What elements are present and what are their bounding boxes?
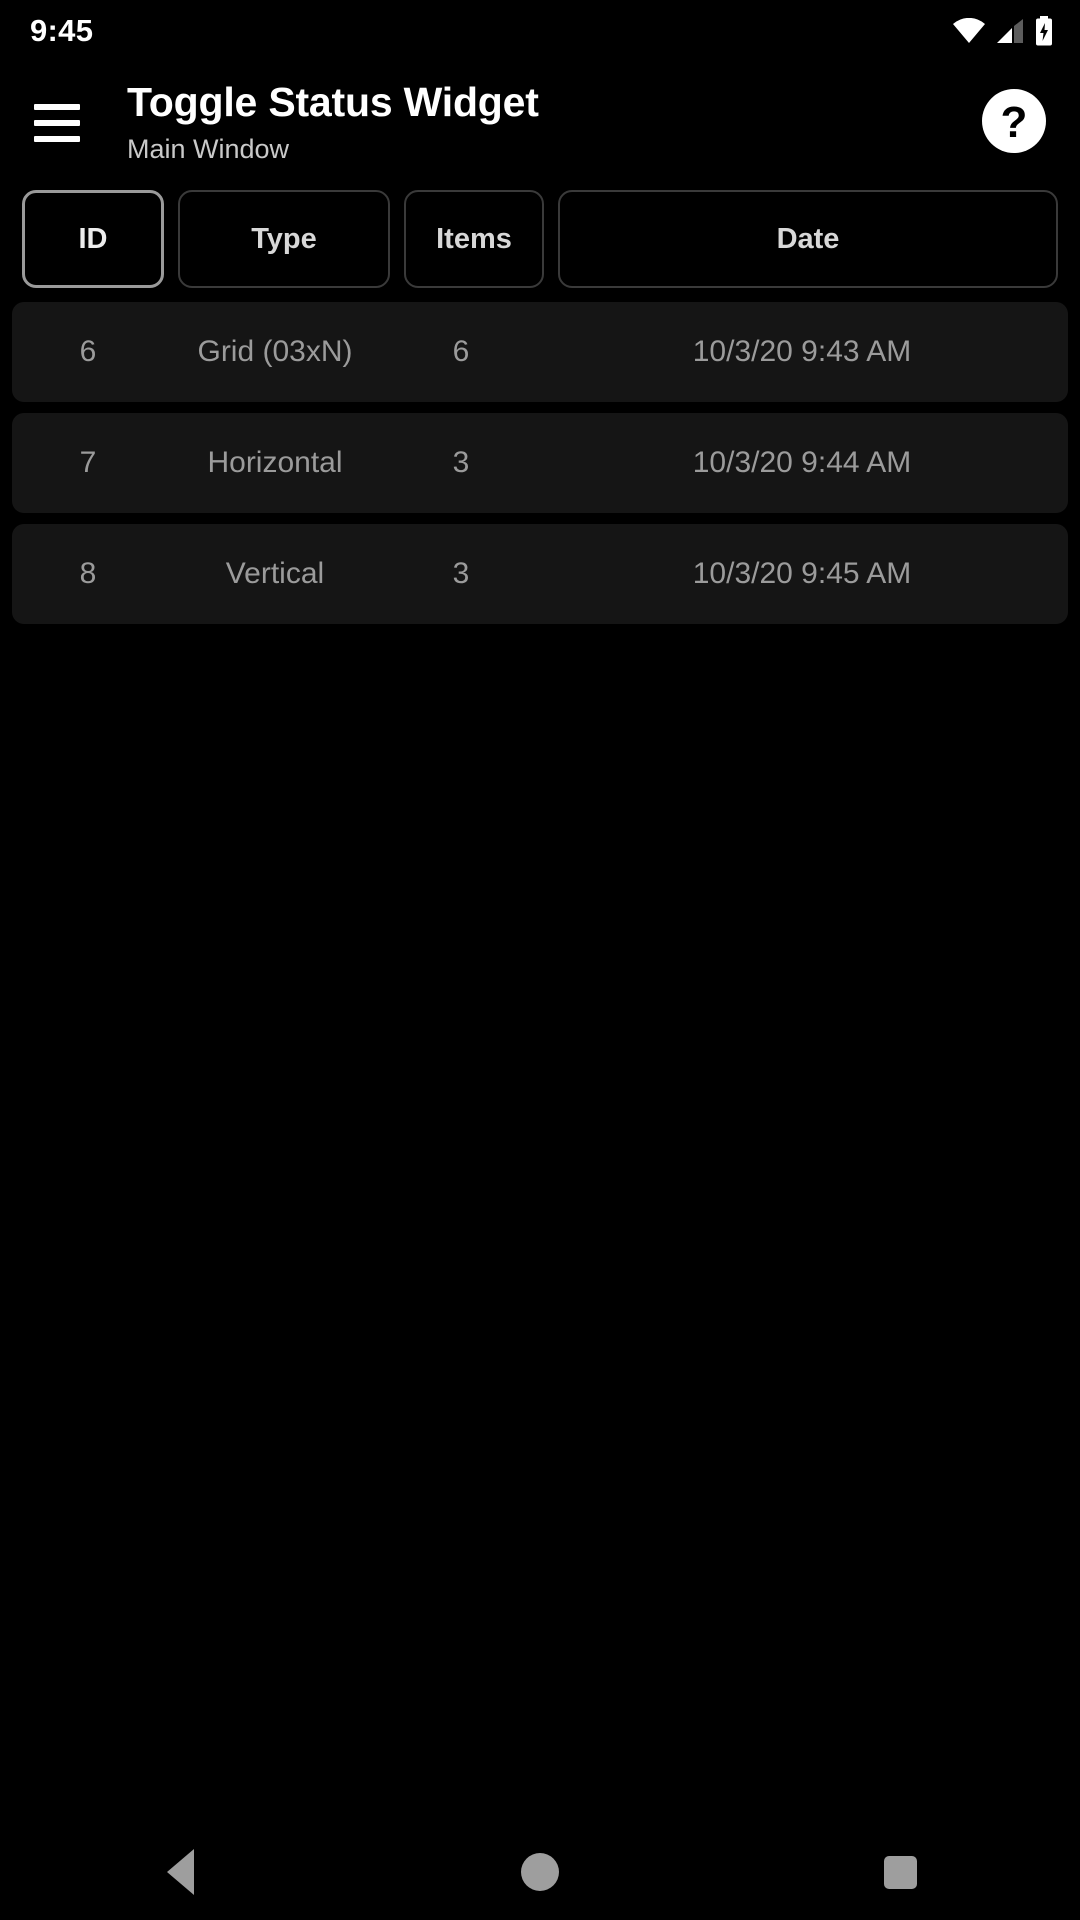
cell-type: Grid (03xN) — [197, 335, 353, 368]
cell-id: 8 — [79, 557, 97, 590]
column-header-bar: ID Type Items Date — [0, 190, 1080, 288]
table-row[interactable]: 6 Grid (03xN) 6 10/3/20 9:43 AM — [12, 302, 1068, 402]
battery-charging-icon — [1034, 16, 1054, 46]
wifi-icon — [952, 18, 986, 44]
status-bar: 9:45 — [0, 0, 1080, 62]
column-button-id[interactable]: ID — [22, 190, 164, 288]
hamburger-menu-icon[interactable] — [34, 100, 90, 146]
table-row[interactable]: 8 Vertical 3 10/3/20 9:45 AM — [12, 524, 1068, 624]
page-title: Toggle Status Widget — [127, 79, 539, 126]
cell-type: Vertical — [225, 557, 325, 590]
cell-date: 10/3/20 9:44 AM — [692, 446, 912, 479]
title-block: Toggle Status Widget Main Window — [90, 79, 978, 167]
help-question-icon: ? — [980, 87, 1048, 160]
data-table: 6 Grid (03xN) 6 10/3/20 9:43 AM 7 Horizo… — [0, 302, 1080, 624]
cell-id: 7 — [79, 446, 97, 479]
table-row[interactable]: 7 Horizontal 3 10/3/20 9:44 AM — [12, 413, 1068, 513]
cellular-signal-icon — [995, 18, 1025, 44]
hamburger-bar-3 — [34, 136, 80, 142]
column-button-date[interactable]: Date — [558, 190, 1058, 288]
home-nav-icon — [521, 1853, 559, 1891]
hamburger-bar-2 — [34, 120, 80, 126]
column-button-items[interactable]: Items — [404, 190, 544, 288]
cell-date: 10/3/20 9:43 AM — [692, 335, 912, 368]
status-bar-clock: 9:45 — [30, 13, 94, 48]
cell-id: 6 — [79, 335, 97, 368]
android-navigation-bar — [0, 1824, 1080, 1920]
cell-items: 3 — [452, 446, 470, 479]
recents-nav-icon — [883, 1855, 917, 1889]
cell-type: Horizontal — [207, 446, 343, 479]
app-bar: Toggle Status Widget Main Window ? — [0, 62, 1080, 184]
help-button[interactable]: ? — [978, 87, 1050, 159]
cell-date: 10/3/20 9:45 AM — [692, 557, 912, 590]
back-nav-icon — [166, 1849, 194, 1895]
home-nav-button[interactable] — [465, 1824, 615, 1920]
page-subtitle: Main Window — [127, 133, 290, 164]
hamburger-bar-1 — [34, 104, 80, 110]
status-bar-icons — [952, 16, 1054, 46]
recents-nav-button[interactable] — [825, 1824, 975, 1920]
svg-text:?: ? — [1001, 98, 1028, 147]
column-button-type[interactable]: Type — [178, 190, 390, 288]
cell-items: 6 — [452, 335, 470, 368]
back-nav-button[interactable] — [105, 1824, 255, 1920]
cell-items: 3 — [452, 557, 470, 590]
